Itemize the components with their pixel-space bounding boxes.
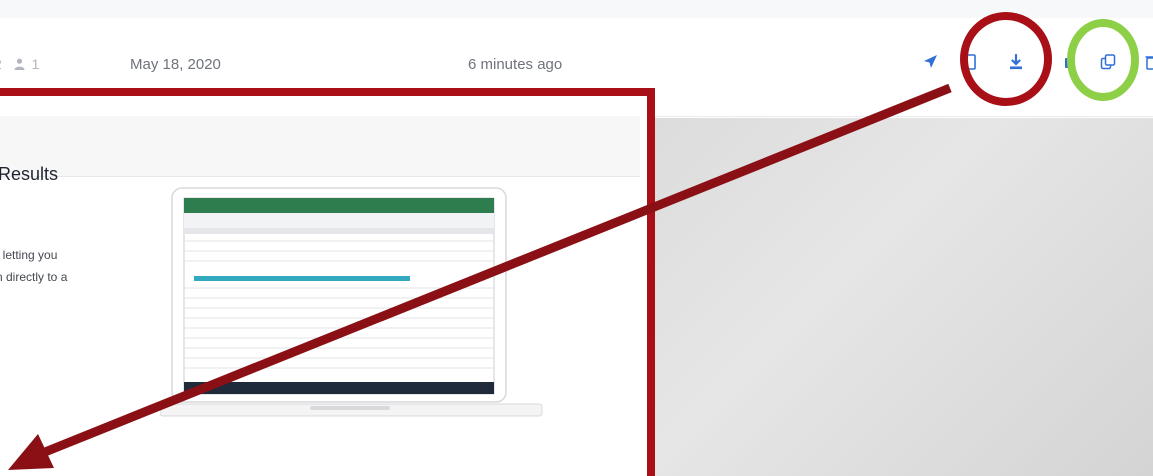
copy-icon[interactable] — [1098, 52, 1118, 72]
top-strip — [0, 0, 1153, 19]
row-counts: 2 1 — [0, 56, 39, 72]
extra-action-icon[interactable] — [1058, 52, 1078, 72]
trash-icon[interactable] — [1142, 52, 1153, 72]
laptop-spreadsheet-illustration — [160, 187, 543, 417]
background-panel — [648, 118, 1153, 476]
card-description-line2: n directly to a — [0, 270, 68, 284]
card-title: Results — [0, 164, 59, 184]
send-icon[interactable] — [920, 52, 940, 72]
file-icon[interactable] — [960, 52, 980, 72]
download-icon[interactable] — [1006, 52, 1026, 72]
user-icon — [14, 58, 25, 70]
count-value: 2 — [0, 56, 2, 72]
user-count: 1 — [31, 56, 40, 72]
row-relative-time: 6 minutes ago — [468, 56, 563, 73]
row-date: May 18, 2020 — [130, 56, 221, 73]
card-description-line1: , letting you — [0, 248, 58, 262]
card-header — [0, 116, 640, 177]
